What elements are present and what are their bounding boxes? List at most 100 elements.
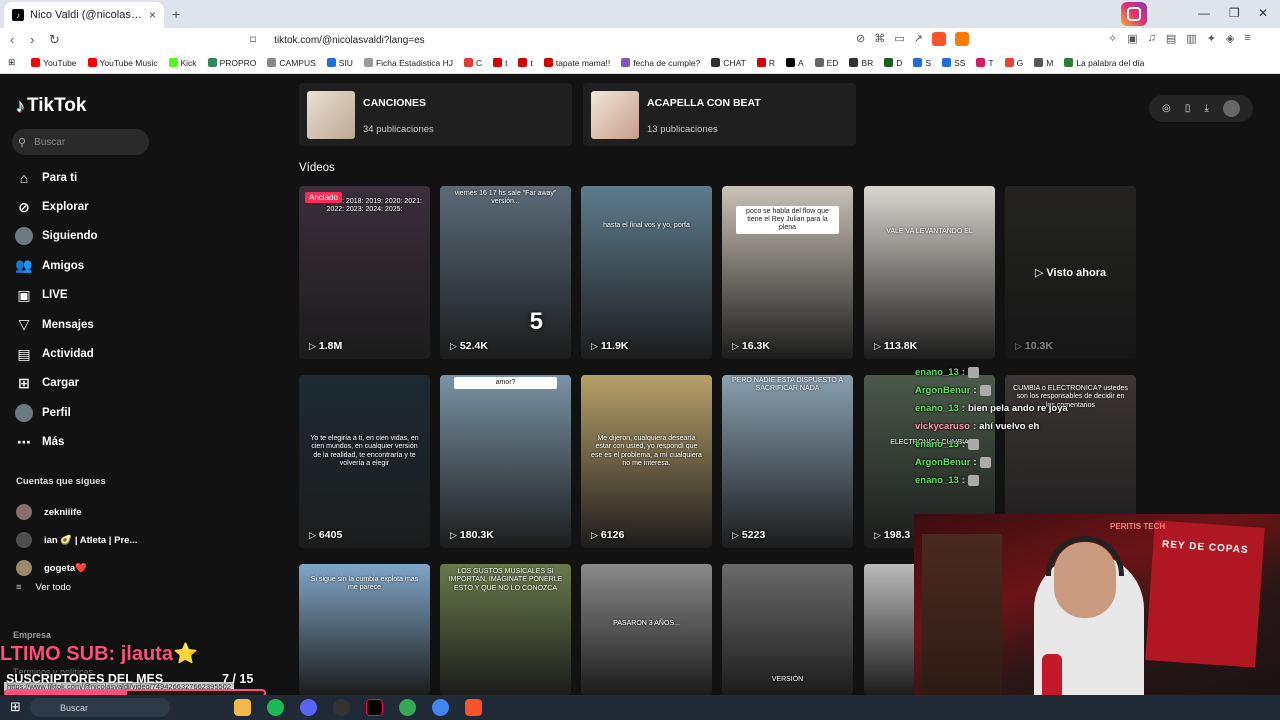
video-card[interactable]: 2015: 2017: 2018: 2019: 2020: 2021: 2022… — [299, 186, 430, 359]
sidebar-item-parati[interactable]: ⌂ Para ti — [14, 163, 98, 192]
tab-search-icon[interactable]: ▣ — [1127, 32, 1137, 45]
video-card[interactable]: hasta el final vos y yo, porfa ▷ 11.9K — [581, 186, 712, 359]
bookmark-item[interactable]: SS — [942, 58, 965, 68]
no-tracking-icon[interactable]: ⊘ — [856, 32, 865, 46]
brave-rewards-icon[interactable] — [954, 32, 969, 46]
brave-shields-icon[interactable] — [931, 32, 946, 46]
bookmark-item[interactable]: G — [1004, 58, 1023, 68]
see-all-link[interactable]: ≡ Ver todo — [16, 582, 71, 593]
sidebar-item-actividad[interactable]: ▤ Actividad — [14, 339, 98, 368]
install-icon[interactable]: ▭ — [894, 32, 904, 46]
bookmark-item[interactable]: BR — [849, 58, 873, 68]
bookmark-item[interactable]: PROPRO — [207, 58, 256, 68]
search-input[interactable] — [34, 136, 135, 148]
brave-icon[interactable] — [465, 699, 482, 716]
bookmark-item[interactable]: fecha de cumple? — [621, 58, 700, 68]
bookmark-item[interactable]: ED — [814, 58, 838, 68]
sidebar-item-mensajes[interactable]: ▽ Mensajes — [14, 310, 98, 339]
following-account[interactable]: ian 🥑 | Atleta | Pre... — [16, 526, 137, 554]
spotify-icon[interactable] — [267, 699, 284, 716]
bookmark-item[interactable]: D — [884, 58, 902, 68]
back-button[interactable]: ‹ — [10, 32, 14, 47]
bookmark-item[interactable]: A — [785, 58, 804, 68]
bookmark-item[interactable]: La palabra del día — [1064, 58, 1144, 68]
video-card[interactable]: VERSIÓN — [722, 564, 853, 695]
bookmark-item[interactable]: C — [463, 58, 482, 68]
video-card[interactable]: LOS GUSTOS MUSICALES SI IMPORTAN, IMAGIN… — [440, 564, 571, 695]
footer-company-link[interactable]: Empresa — [13, 630, 51, 640]
compass-icon[interactable]: ◎ — [1162, 103, 1171, 114]
video-card[interactable]: PERO NADIE ESTA DISPUESTO A SACRIFICAR N… — [722, 375, 853, 548]
bookmark-item[interactable]: M — [1034, 58, 1053, 68]
bookmark-item[interactable]: SIU — [326, 58, 353, 68]
chrome-icon[interactable] — [399, 699, 416, 716]
close-window-button[interactable]: ✕ — [1258, 6, 1268, 20]
translate-icon[interactable]: ⌘ — [874, 32, 885, 46]
sidebar-item-siguiendo[interactable]: Siguiendo — [14, 222, 98, 251]
bookmark-item[interactable]: YouTube Music — [87, 58, 158, 68]
bookmark-item[interactable]: tapate mama!! — [543, 58, 610, 68]
sidebar-item-amigos[interactable]: 👥 Amigos — [14, 251, 98, 280]
browser-tab[interactable]: ♪ Nico Valdi (@nicolasvaldi) oficial × — [4, 2, 164, 28]
obs-icon[interactable] — [333, 699, 350, 716]
wallet-icon[interactable]: ▥ — [1186, 32, 1196, 45]
sidebar-item-ms[interactable]: ⋯ Más — [14, 428, 98, 457]
tiktok-app-icon[interactable] — [366, 699, 383, 716]
bookmark-icon[interactable]: ⌑ — [250, 33, 256, 47]
leo-icon[interactable]: ✦ — [1207, 32, 1216, 45]
video-card[interactable]: PASARON 3 AÑOS... — [581, 564, 712, 695]
sidebar-item-explorar[interactable]: ⊘ Explorar — [14, 192, 98, 221]
bookmark-item[interactable]: t — [518, 58, 533, 68]
download-icon[interactable]: ⤓ — [1204, 103, 1208, 114]
video-card[interactable]: poco se habla del flow que tiene el Rey … — [722, 186, 853, 359]
bookmark-item[interactable]: S — [913, 58, 931, 68]
following-account[interactable]: gogeta❤️ — [16, 554, 137, 582]
chat-emote-icon — [968, 474, 979, 486]
share-icon[interactable]: ↗ — [914, 32, 923, 46]
bookmark-item[interactable]: CAMPUS — [267, 58, 316, 68]
video-card[interactable]: amor? ▷ 180.3K — [440, 375, 571, 548]
start-icon[interactable]: ⊞ — [10, 699, 21, 715]
bookmark-item[interactable]: Ficha Estadistica HJ — [363, 58, 453, 68]
apps-icon[interactable]: ⊞ — [8, 57, 15, 68]
play-icon: ▷ — [732, 340, 739, 351]
discord-icon[interactable] — [300, 699, 317, 716]
extensions-icon[interactable]: ✧ — [1108, 32, 1117, 45]
device-icon[interactable]: ▯ — [1185, 103, 1191, 114]
sidebar-icon[interactable]: ▤ — [1166, 32, 1176, 45]
collection-card[interactable]: CANCIONES 34 publicaciones — [299, 83, 572, 146]
minimize-button[interactable]: — — [1198, 6, 1210, 20]
restore-button[interactable]: ❐ — [1229, 6, 1240, 20]
video-card[interactable]: viernes 16 17 hs sale "Far away" versión… — [440, 186, 571, 359]
forward-button[interactable]: › — [30, 32, 34, 47]
following-account[interactable]: zekniiife — [16, 498, 137, 526]
bookmark-item[interactable]: CHAT — [711, 58, 746, 68]
video-card[interactable]: ▷ Visto ahora ▷ 10.3K — [1005, 186, 1136, 359]
bookmark-item[interactable]: YouTube — [31, 58, 77, 68]
video-card[interactable]: Me dijeron, cualquiera desearía estar co… — [581, 375, 712, 548]
sidebar-item-cargar[interactable]: ⊞ Cargar — [14, 369, 98, 398]
file-explorer-icon[interactable] — [234, 699, 251, 716]
tab-close-icon[interactable]: × — [149, 8, 156, 22]
bookmark-item[interactable]: Kick — [168, 58, 197, 68]
tiktok-logo[interactable]: ♪ TikTok — [16, 95, 86, 117]
chrome-profile-icon[interactable] — [432, 699, 449, 716]
bookmark-item[interactable]: R — [756, 58, 775, 68]
bookmark-item[interactable]: T — [976, 58, 994, 68]
vpn-icon[interactable]: ◈ — [1226, 32, 1234, 45]
sidebar-item-live[interactable]: ▣ LIVE — [14, 281, 98, 310]
video-card[interactable]: VALE VA LEVANTANDO EL ▷ 113.8K — [864, 186, 995, 359]
sidebar-item-perfil[interactable]: Perfil — [14, 398, 98, 427]
collection-card[interactable]: ACAPELLA CON BEAT 13 publicaciones — [583, 83, 856, 146]
collection-name: ACAPELLA CON BEAT — [647, 97, 761, 109]
video-card[interactable]: Yo te elegiría a ti, en cien vidas, en c… — [299, 375, 430, 548]
search-box[interactable]: ⚲ — [12, 129, 149, 155]
bookmark-item[interactable]: t — [493, 58, 507, 68]
new-tab-button[interactable]: + — [172, 6, 180, 22]
user-avatar[interactable] — [1222, 100, 1240, 117]
reload-button[interactable]: ↻ — [49, 32, 60, 48]
video-card[interactable]: Si sigue sin la cumbia explota mas me pa… — [299, 564, 430, 695]
taskbar-search[interactable]: Buscar — [30, 698, 170, 717]
media-icon[interactable]: ♫ — [1148, 32, 1156, 45]
menu-icon[interactable]: ≡ — [1244, 32, 1250, 45]
